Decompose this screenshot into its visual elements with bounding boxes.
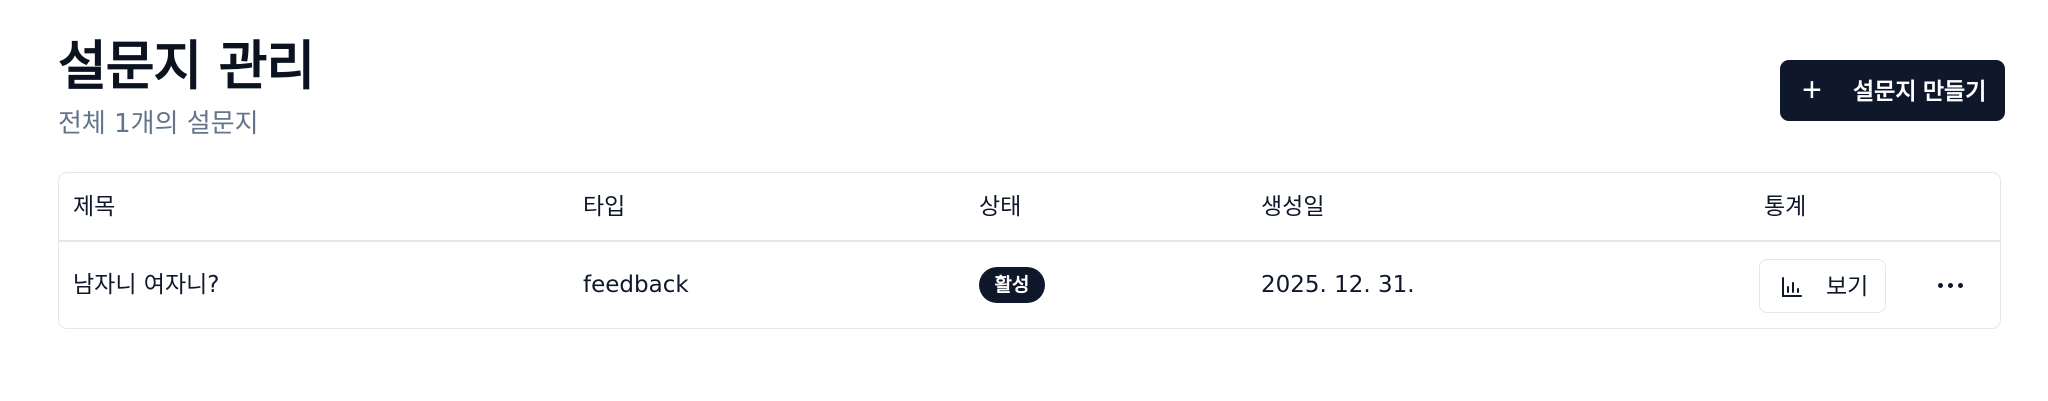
column-header-type: 타입	[583, 194, 626, 220]
view-stats-label: 보기	[1826, 273, 1869, 299]
create-survey-button[interactable]: + 설문지 만들기	[1780, 60, 2005, 121]
page-title: 설문지 관리	[58, 36, 315, 97]
plus-icon: +	[1802, 71, 1822, 109]
status-badge: 활성	[979, 267, 1045, 303]
column-header-created: 생성일	[1261, 194, 1325, 220]
column-header-status: 상태	[979, 194, 1022, 220]
survey-title-cell[interactable]: 남자니 여자니?	[73, 269, 219, 301]
view-stats-button[interactable]: 보기	[1759, 259, 1886, 313]
column-header-title: 제목	[73, 194, 116, 220]
header-divider	[59, 240, 2000, 242]
bar-chart-icon	[1782, 277, 1802, 297]
survey-table: 제목 타입 상태 생성일 통계 남자니 여자니? feedback 활성 202…	[58, 172, 2001, 329]
survey-type-cell: feedback	[583, 272, 689, 298]
create-survey-label: 설문지 만들기	[1853, 78, 1987, 104]
created-date-cell: 2025. 12. 31.	[1261, 272, 1415, 298]
more-options-icon[interactable]	[1931, 265, 1971, 305]
column-header-stats: 통계	[1764, 194, 1807, 220]
page-subtitle: 전체 1개의 설문지	[58, 109, 259, 139]
